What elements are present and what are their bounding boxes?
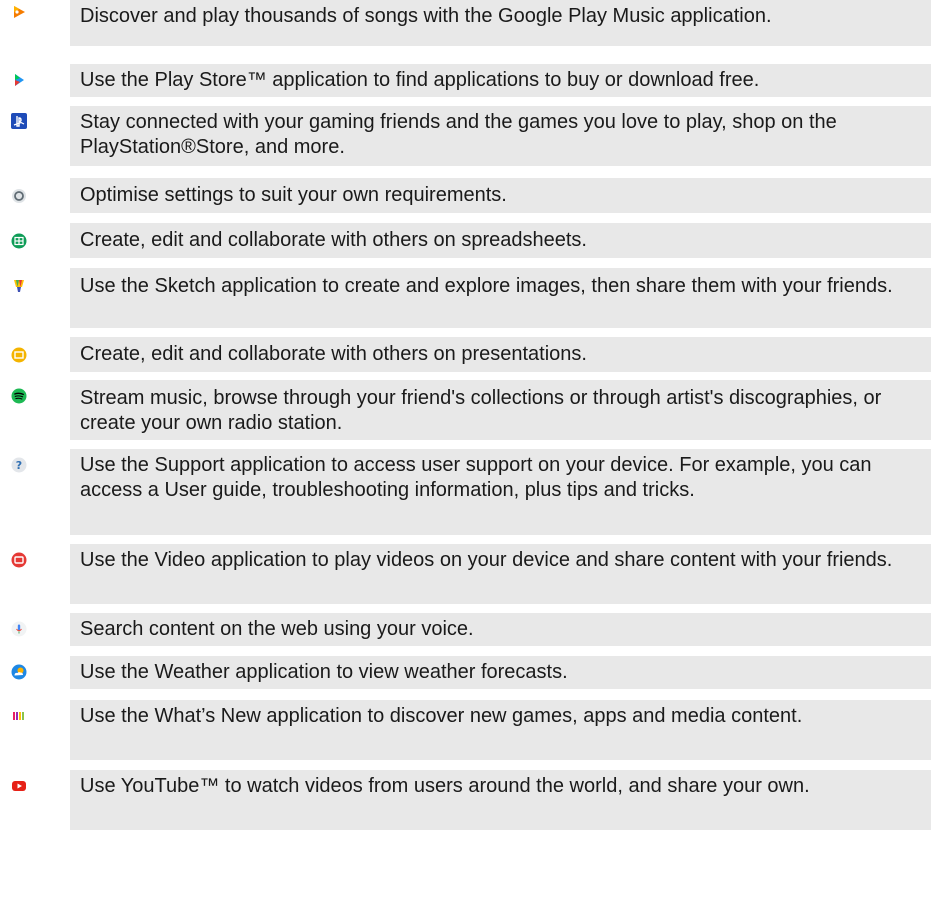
slides-icon (11, 347, 27, 363)
list-item: Search content on the web using your voi… (0, 613, 951, 646)
app-description: Stream music, browse through your friend… (80, 387, 882, 434)
app-description: Create, edit and collaborate with others… (80, 229, 587, 251)
voice-search-icon (11, 621, 27, 637)
list-item: Stay connected with your gaming friends … (0, 106, 951, 166)
sketch-icon (14, 280, 24, 292)
list-item: Create, edit and collaborate with others… (0, 337, 951, 372)
app-description: Optimise settings to suit your own requi… (80, 184, 507, 206)
list-item: Create, edit and collaborate with others… (0, 223, 951, 258)
whats-new-icon (13, 712, 24, 720)
playstation-icon (11, 113, 27, 129)
svg-text:?: ? (16, 459, 22, 472)
list-item: Use the Play Store™ application to find … (0, 64, 951, 97)
settings-icon (12, 189, 26, 203)
list-item: Optimise settings to suit your own requi… (0, 178, 951, 213)
list-item: Use YouTube™ to watch videos from users … (0, 770, 951, 830)
list-item: Use the Weather application to view weat… (0, 656, 951, 689)
app-description: Use the Sketch application to create and… (80, 275, 893, 297)
app-description: Use the Weather application to view weat… (80, 661, 568, 683)
list-item: Stream music, browse through your friend… (0, 380, 951, 440)
list-item: Discover and play thousands of songs wit… (0, 0, 951, 55)
app-description: Create, edit and collaborate with others… (80, 343, 587, 365)
list-item: ? Use the Support application to access … (0, 449, 951, 535)
spotify-icon (11, 388, 27, 404)
app-description: Use the Video application to play videos… (80, 549, 893, 571)
app-description: Discover and play thousands of songs wit… (80, 5, 772, 27)
app-description: Use the What’s New application to discov… (80, 705, 803, 727)
app-description: Use YouTube™ to watch videos from users … (80, 775, 810, 797)
support-icon: ? (11, 457, 27, 473)
play-music-icon (14, 6, 25, 18)
youtube-icon (12, 781, 26, 791)
app-description: Use the Support application to access us… (80, 454, 872, 501)
app-description: Search content on the web using your voi… (80, 618, 474, 640)
list-item: Use the Sketch application to create and… (0, 268, 951, 328)
list-item: Use the What’s New application to discov… (0, 700, 951, 760)
app-description: Stay connected with your gaming friends … (80, 111, 837, 158)
list-item: Use the Video application to play videos… (0, 544, 951, 604)
weather-icon (11, 664, 27, 680)
video-icon (11, 552, 27, 568)
sheets-icon (11, 233, 27, 249)
play-store-icon (15, 74, 24, 86)
app-description: Use the Play Store™ application to find … (80, 69, 760, 91)
